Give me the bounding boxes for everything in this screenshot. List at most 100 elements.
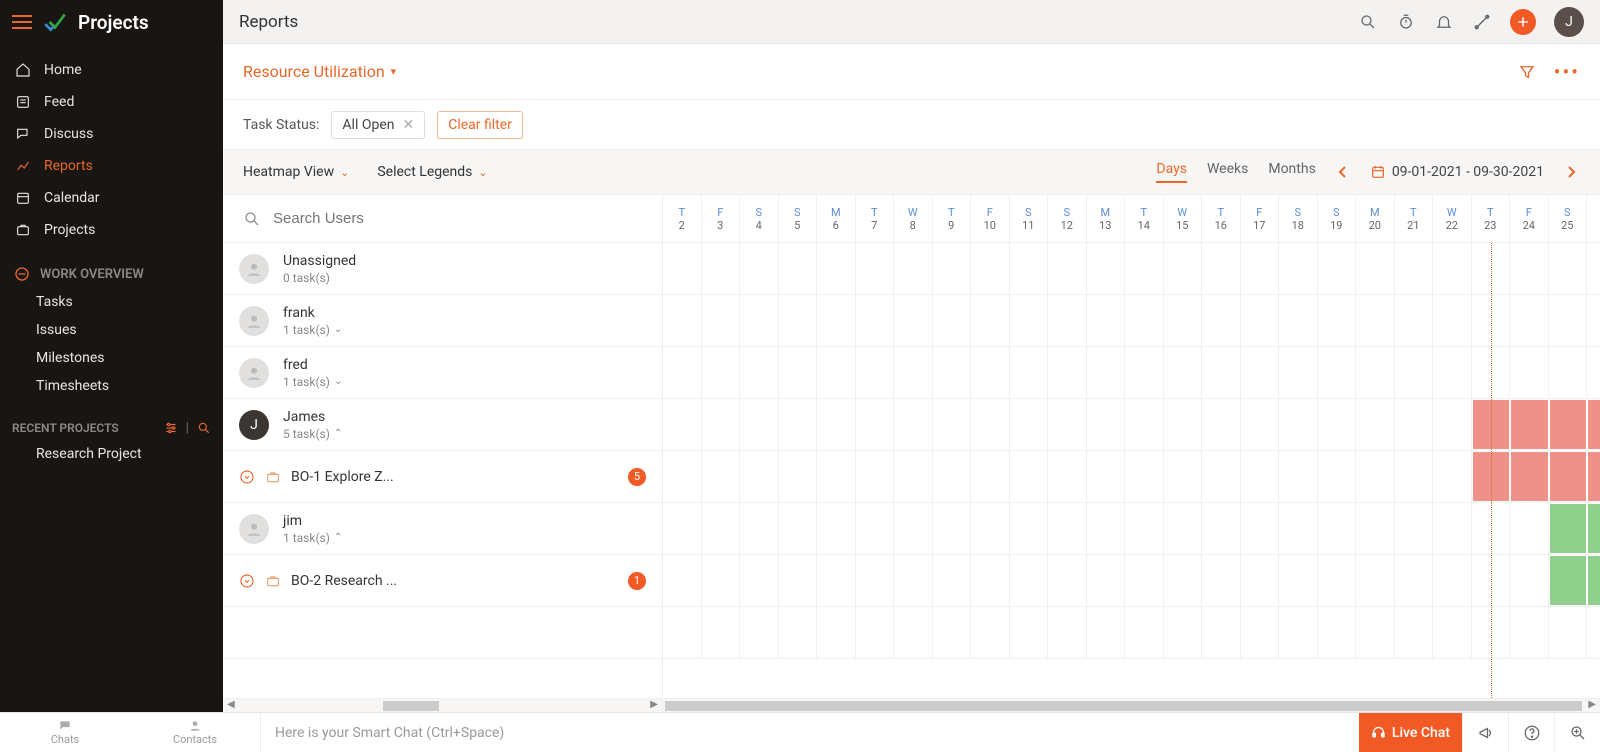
timeline-row [663,503,1600,555]
chevron-circle-icon[interactable] [239,469,255,485]
day-header: S4 [740,195,779,242]
live-chat-label: Live Chat [1392,725,1450,741]
caret-down-icon: ▾ [391,65,397,78]
view-dropdown[interactable]: Heatmap View ⌄ [243,164,349,180]
day-header: S19 [1318,195,1357,242]
legends-dropdown[interactable]: Select Legends ⌄ [377,164,487,180]
next-range-button[interactable] [1562,165,1580,179]
user-row[interactable]: JJames5 task(s) ⌃ [223,399,662,451]
timeline-header: T2F3S4S5M6T7W8T9F10S11S12M13T14W15T16F17… [663,195,1600,243]
app-logo-icon [42,9,68,35]
day-header: T7 [856,195,895,242]
user-row[interactable]: frank 1 task(s) ⌄ [223,295,662,347]
user-avatar[interactable]: J [1554,7,1584,37]
feed-icon [14,94,32,110]
task-row[interactable]: BO-1 Explore Z...5 [223,451,662,503]
nav-label: Reports [44,158,93,174]
day-header: T21 [1395,195,1434,242]
day-header: S18 [1279,195,1318,242]
horizontal-scrollbar[interactable]: ◀▶ ▶ [223,698,1600,712]
day-header: T2 [663,195,702,242]
contacts-button[interactable]: Contacts [130,713,260,752]
topbar: Reports J [223,0,1600,44]
view-label: Heatmap View [243,164,334,180]
report-type-dropdown[interactable]: Resource Utilization ▾ [243,62,396,81]
sidebar: Projects HomeFeedDiscussReportsCalendarP… [0,0,223,712]
smart-chat-input[interactable]: Here is your Smart Chat (Ctrl+Space) [260,713,1359,752]
nav-sub-milestones[interactable]: Milestones [0,344,223,372]
user-name: frank [283,305,342,321]
search-users-input[interactable] [273,210,642,227]
chevron-up-icon[interactable]: ⌃ [334,428,342,439]
nav-sub-issues[interactable]: Issues [0,316,223,344]
day-header: T9 [933,195,972,242]
legends-label: Select Legends [377,164,472,180]
nav-calendar[interactable]: Calendar [0,182,223,214]
task-count: 1 task(s) ⌄ [283,323,342,337]
day-header: W22 [1433,195,1472,242]
nav-sub-tasks[interactable]: Tasks [0,288,223,316]
prev-range-button[interactable] [1334,165,1352,179]
chevron-circle-icon[interactable] [239,573,255,589]
task-row[interactable]: BO-2 Research ...1 [223,555,662,607]
day-header: F17 [1241,195,1280,242]
day-header: T16 [1202,195,1241,242]
timeline-row [663,399,1600,451]
zoom-days[interactable]: Days [1156,161,1187,183]
chevron-down-icon[interactable]: ⌄ [334,376,342,387]
work-overview-label: WORK OVERVIEW [40,267,144,282]
day-header: M6 [817,195,856,242]
day-header: S12 [1048,195,1087,242]
main-content: Reports J Resource Utilization ▾ ••• Tas… [223,0,1600,712]
nav-sub-timesheets[interactable]: Timesheets [0,372,223,400]
filter-value: All Open [342,117,394,133]
sliders-icon[interactable] [164,421,178,435]
chevron-up-icon[interactable]: ⌃ [334,532,342,543]
nav-home[interactable]: Home [0,54,223,86]
nav-reports[interactable]: Reports [0,150,223,182]
date-range-picker[interactable]: 09-01-2021 - 09-30-2021 [1370,164,1544,180]
more-icon[interactable]: ••• [1554,60,1580,84]
tools-icon[interactable] [1472,12,1492,32]
filter-icon[interactable] [1518,63,1536,81]
zoom-months[interactable]: Months [1268,161,1315,183]
hamburger-icon[interactable] [12,15,32,29]
recent-project-item[interactable]: Research Project [0,440,223,468]
nav-label: Home [44,62,82,78]
avatar [239,306,269,336]
filter-label: Task Status: [243,117,319,133]
timer-icon[interactable] [1396,12,1416,32]
chats-button[interactable]: Chats [0,713,130,752]
task-status-chip[interactable]: All Open ✕ [331,111,425,139]
work-overview-header[interactable]: WORK OVERVIEW [0,256,223,288]
search-icon[interactable] [197,421,211,435]
live-chat-button[interactable]: Live Chat [1359,713,1462,752]
announce-icon[interactable] [1462,713,1508,752]
chats-label: Chats [51,733,79,746]
user-row[interactable]: Unassigned0 task(s) [223,243,662,295]
day-header: T14 [1125,195,1164,242]
zoom-weeks[interactable]: Weeks [1207,161,1248,183]
search-icon [243,210,261,228]
nav-projects[interactable]: Projects [0,214,223,246]
user-row[interactable]: jim1 task(s) ⌃ [223,503,662,555]
timeline-row [663,243,1600,295]
headset-icon [1371,725,1386,740]
close-icon[interactable]: ✕ [402,117,414,133]
help-icon[interactable] [1508,713,1554,752]
search-icon[interactable] [1358,12,1378,32]
add-button[interactable] [1510,9,1536,35]
chevron-down-icon[interactable]: ⌄ [334,324,342,335]
nav-label: Feed [44,94,74,110]
bell-icon[interactable] [1434,12,1454,32]
user-row[interactable]: fred1 task(s) ⌄ [223,347,662,399]
nav-discuss[interactable]: Discuss [0,118,223,150]
day-header: F10 [971,195,1010,242]
minus-circle-icon [14,266,30,282]
zoom-icon[interactable] [1554,713,1600,752]
task-name: BO-1 Explore Z... [291,469,618,485]
clear-filter-button[interactable]: Clear filter [437,111,523,139]
nav-feed[interactable]: Feed [0,86,223,118]
day-header: M13 [1087,195,1126,242]
user-name: fred [283,357,342,373]
